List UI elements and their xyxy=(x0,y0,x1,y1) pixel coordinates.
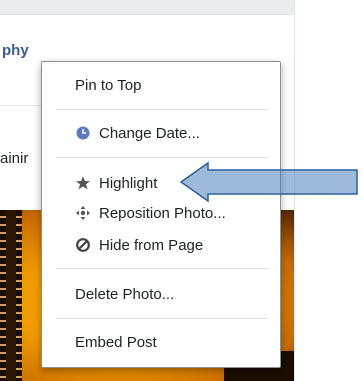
annotation-arrow xyxy=(179,161,358,203)
